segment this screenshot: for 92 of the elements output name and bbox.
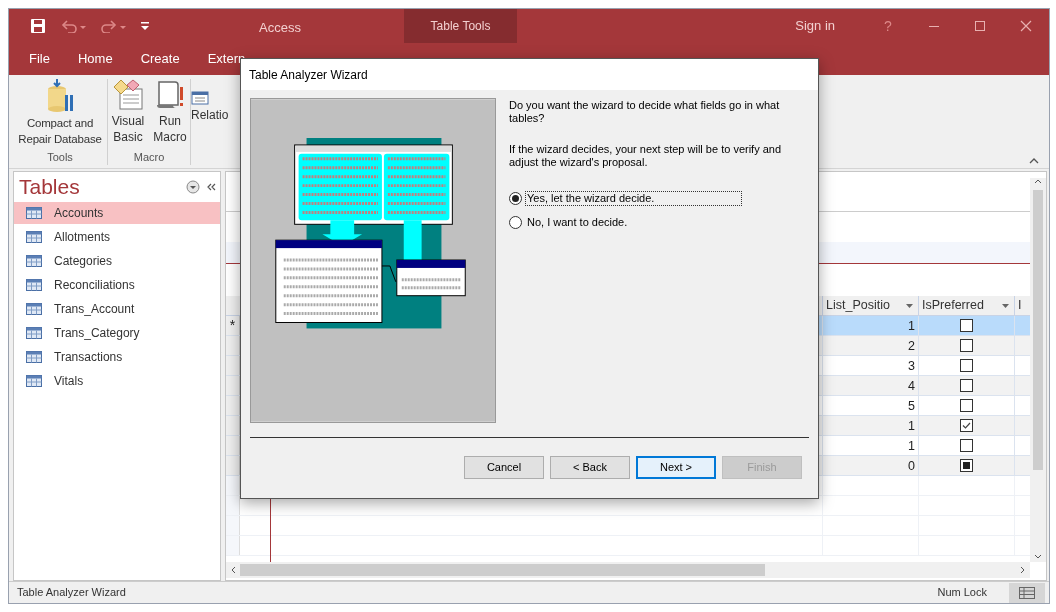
table-icon — [26, 375, 42, 387]
dialog-button[interactable]: Cancel — [464, 456, 544, 479]
row-selector[interactable] — [226, 436, 240, 455]
pane-title: Tables — [19, 174, 81, 201]
radio-button[interactable] — [509, 216, 522, 229]
close-icon — [1020, 20, 1032, 32]
ribbon-command[interactable]: Relatio — [191, 79, 229, 123]
dropdown-icon — [186, 180, 200, 194]
ribbon-tab[interactable]: Home — [77, 49, 113, 69]
chevron-down-icon — [1034, 554, 1042, 560]
chevron-up-icon — [1034, 178, 1042, 184]
checkbox[interactable] — [960, 359, 973, 372]
context-title: Table Tools — [430, 18, 491, 35]
dialog-title: Table Analyzer Wizard — [249, 66, 368, 84]
column-header[interactable]: IsPreferred — [918, 296, 1014, 315]
dropdown-icon — [906, 303, 913, 308]
checkbox[interactable] — [960, 459, 973, 472]
group-label: Tools — [47, 149, 73, 165]
table-cell: 1 — [822, 316, 918, 335]
table-icon — [26, 303, 42, 315]
table-icon — [191, 91, 209, 105]
column-header[interactable]: List_Positio — [822, 296, 918, 315]
table-icon — [26, 327, 42, 339]
double-chevron-left-icon — [206, 182, 216, 192]
chevron-left-icon — [230, 566, 236, 574]
radio-option[interactable]: No, I want to decide. — [509, 216, 805, 229]
instruction-text: If the wizard decides, your next step will be to verify and adjust the wizard's proposal. — [509, 143, 783, 169]
table-icon — [26, 207, 42, 219]
new-record-marker: * — [229, 316, 236, 335]
ribbon-tab[interactable]: Create — [140, 49, 180, 69]
row-selector[interactable] — [226, 356, 240, 375]
table-icon — [26, 351, 42, 363]
redo-icon — [101, 19, 127, 33]
table-list-item[interactable]: Categories — [14, 250, 220, 272]
ribbon-tab[interactable]: File — [29, 49, 50, 69]
table-list-item[interactable]: Trans_Account — [14, 298, 220, 320]
undo-button[interactable] — [61, 19, 87, 33]
scroll-icon — [155, 79, 185, 111]
check-icon — [962, 422, 971, 429]
table-list-item[interactable]: Reconciliations — [14, 274, 220, 296]
ribbon-command[interactable]: Visual Basic — [110, 79, 146, 145]
table-list-item[interactable]: Allotments — [14, 226, 220, 248]
shutter-button[interactable] — [206, 182, 216, 192]
table-list-item[interactable]: Trans_Category — [14, 322, 220, 344]
checkbox[interactable] — [960, 379, 973, 392]
table-cell: 4 — [822, 376, 918, 395]
status-indicator: Num Lock — [937, 585, 987, 601]
question-text: Do you want the wizard to decide what fields go in what tables? — [509, 99, 781, 125]
sign-in-link[interactable]: Sign in — [795, 16, 835, 36]
table-icon — [26, 255, 42, 267]
table-cell: 5 — [822, 396, 918, 415]
status-text: Table Analyzer Wizard — [17, 585, 127, 601]
redo-button[interactable] — [101, 19, 127, 33]
database-tools-icon — [45, 79, 75, 113]
table-list-item[interactable]: Accounts — [14, 202, 220, 224]
checkbox[interactable] — [960, 339, 973, 352]
ribbon-command[interactable]: Run Macro — [152, 79, 188, 145]
table-cell: 1 — [822, 436, 918, 455]
datasheet-icon — [1019, 586, 1035, 599]
row-selector[interactable] — [226, 396, 240, 415]
radio-button[interactable] — [509, 192, 522, 205]
checkbox[interactable] — [960, 419, 973, 432]
ribbon-command[interactable]: Compact and Repair Database — [15, 79, 105, 147]
customize-button[interactable] — [141, 21, 149, 31]
checkbox[interactable] — [960, 439, 973, 452]
maximize-icon — [974, 20, 986, 32]
table-icon — [26, 231, 42, 243]
table-cell: 3 — [822, 356, 918, 375]
table-list-item[interactable]: Transactions — [14, 346, 220, 368]
window-title: Access — [259, 19, 301, 37]
table-cell: 2 — [822, 336, 918, 355]
save-button[interactable] — [29, 17, 47, 35]
chevron-up-icon — [1029, 157, 1039, 164]
chevron-right-icon — [1020, 566, 1026, 574]
dialog-button[interactable]: Next > — [636, 456, 716, 479]
undo-icon — [61, 19, 87, 33]
table-cell: 0 — [822, 456, 918, 475]
table-icon — [26, 279, 42, 291]
table-list-item[interactable]: Vitals — [14, 370, 220, 392]
save-icon — [30, 18, 46, 34]
group-label: Macro — [133, 149, 165, 165]
table-cell: 1 — [822, 416, 918, 435]
dropdown-icon — [141, 21, 149, 31]
dropdown-icon — [1002, 303, 1009, 308]
code-forms-icon — [112, 79, 144, 111]
pane-menu-button[interactable] — [186, 180, 200, 194]
collapse-ribbon-button[interactable] — [1029, 157, 1039, 164]
dialog-button[interactable]: < Back — [550, 456, 630, 479]
datasheet-view-button[interactable] — [1009, 582, 1045, 603]
checkbox[interactable] — [960, 319, 973, 332]
checkbox[interactable] — [960, 399, 973, 412]
row-selector[interactable]: * — [226, 316, 240, 335]
